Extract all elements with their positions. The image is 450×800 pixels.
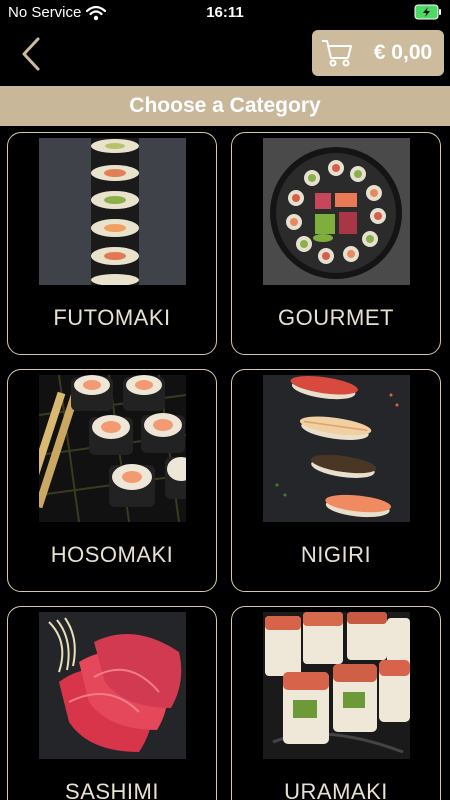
battery-charging-icon [414, 4, 442, 25]
chevron-left-icon [22, 37, 40, 71]
futomaki-image [39, 138, 186, 285]
page-title: Choose a Category [0, 86, 450, 126]
hosomaki-image [39, 375, 186, 522]
category-card-nigiri[interactable]: NIGIRI [231, 369, 441, 592]
category-card-sashimi[interactable]: SASHIMI [7, 606, 217, 800]
category-label: HOSOMAKI [50, 542, 174, 567]
category-card-uramaki[interactable]: URAMAKI [231, 606, 441, 800]
category-label: GOURMET [278, 305, 394, 330]
nigiri-image [263, 375, 410, 522]
navigation-bar: € 0,00 [0, 26, 450, 84]
category-card-gourmet[interactable]: GOURMET [231, 132, 441, 355]
back-button[interactable] [18, 34, 48, 74]
category-label: SASHIMI [65, 779, 159, 800]
sashimi-image [39, 612, 186, 759]
uramaki-image [263, 612, 410, 759]
cart-total: € 0,00 [373, 41, 433, 64]
clock: 16:11 [206, 4, 244, 21]
status-bar: No Service 16:11 [0, 0, 450, 26]
shopping-cart-icon [320, 38, 354, 73]
category-label: URAMAKI [284, 779, 388, 800]
category-card-hosomaki[interactable]: HOSOMAKI [7, 369, 217, 592]
category-label: FUTOMAKI [53, 305, 171, 330]
cart-button[interactable]: € 0,00 [312, 30, 444, 76]
category-grid: FUTOMAKI GOURMET HOSOMAKI NIGIRI SASHIMI… [0, 126, 450, 800]
gourmet-image [263, 138, 410, 285]
category-card-futomaki[interactable]: FUTOMAKI [7, 132, 217, 355]
category-label: NIGIRI [300, 542, 372, 567]
